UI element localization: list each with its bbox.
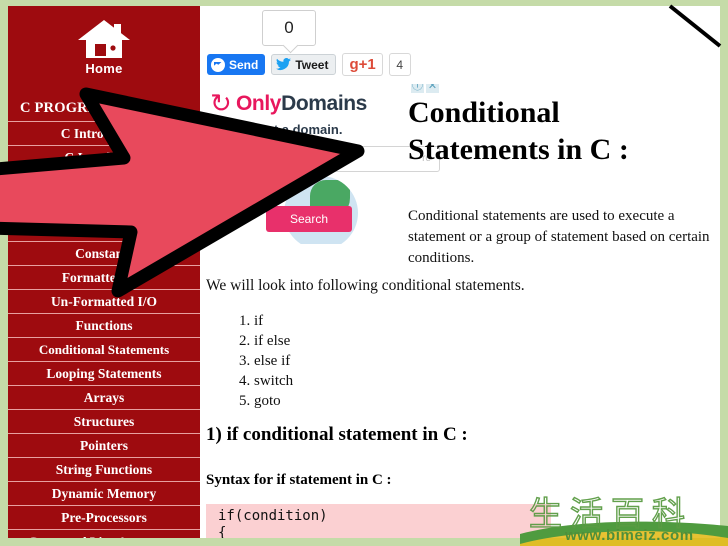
list-item: switch: [254, 371, 293, 391]
sidebar-item-c-introduction[interactable]: C Introduction: [8, 121, 200, 145]
statements-list: if if else else if switch goto: [236, 311, 293, 411]
page-title: Conditional Statements in C :: [408, 96, 629, 166]
sidebar-item-command-line-arguments[interactable]: Command Line Arguments: [8, 529, 200, 538]
sidebar: Home C PROGRAMMING C Introduction C Inst…: [8, 6, 200, 538]
syntax-label: Syntax for if statement in C :: [206, 472, 392, 488]
google-plus-one-button[interactable]: g+1: [342, 53, 383, 76]
sidebar-item-label: Constants: [75, 246, 133, 261]
google-plus-one-count: 4: [388, 53, 411, 76]
ad-logo: ↻ OnlyDomains: [210, 89, 367, 119]
sidebar-item-pointers[interactable]: Pointers: [8, 433, 200, 457]
onlydomains-mark-icon: ↻: [210, 89, 232, 119]
list-item: goto: [254, 391, 293, 411]
sidebar-home-link[interactable]: Home: [8, 6, 200, 76]
twitter-tweet-button[interactable]: Tweet: [271, 54, 337, 75]
sidebar-item-label: Operators: [74, 222, 134, 237]
sidebar-item-conditional-statements[interactable]: Conditional Statements: [8, 337, 200, 361]
sidebar-item-looping-statements[interactable]: Looping Statements: [8, 361, 200, 385]
intro-paragraph: Conditional statements are used to execu…: [408, 208, 710, 266]
main-content: 0 Send Tweet g+1 4 ⓘ ✕ ↻ OnlyDomains tha…: [200, 6, 722, 538]
house-icon: [78, 20, 130, 58]
ad-search-button[interactable]: Search: [266, 206, 352, 232]
ad-brand-first: Only: [236, 92, 282, 115]
sidebar-item-label: Data Types: [71, 174, 137, 189]
messenger-send-button[interactable]: Send: [207, 54, 266, 75]
sidebar-item-label: Un-Formatted I/O: [50, 294, 158, 309]
sidebar-home-label: Home: [85, 61, 123, 76]
sidebar-item-label: Pointers: [80, 438, 128, 453]
sidebar-item-formatted-io[interactable]: Formatted I/O: [8, 265, 200, 289]
sidebar-item-string-functions[interactable]: String Functions: [8, 457, 200, 481]
sidebar-item-label: C Introduction: [60, 126, 148, 141]
sidebar-item-operators[interactable]: Operators: [8, 217, 200, 241]
ad-close-icon[interactable]: ✕: [426, 84, 439, 93]
sidebar-item-functions[interactable]: Functions: [8, 313, 200, 337]
sidebar-item-arrays[interactable]: Arrays: [8, 385, 200, 409]
tweet-label: Tweet: [295, 57, 329, 72]
sidebar-item-c-installation[interactable]: C Installation: [8, 145, 200, 169]
sidebar-nav-list: C Introduction C Installation Data Types…: [8, 121, 200, 538]
sidebar-item-pre-processors[interactable]: Pre-Processors: [8, 505, 200, 529]
sidebar-item-label: Formatted I/O: [61, 270, 147, 285]
send-label: Send: [229, 57, 259, 72]
sidebar-item-data-types[interactable]: Data Types: [8, 169, 200, 193]
list-item: if: [254, 311, 293, 331]
sidebar-section-title: C PROGRAMMING: [20, 100, 155, 116]
sidebar-item-label: Looping Statements: [46, 366, 162, 381]
sidebar-item-label: C Installation: [64, 150, 144, 165]
ad-brand-name: OnlyDomains: [236, 92, 367, 116]
messenger-icon: [211, 57, 225, 72]
twitter-bird-icon: [276, 58, 292, 70]
sidebar-item-dynamic-memory[interactable]: Dynamic Memory: [8, 481, 200, 505]
ad-tagline: than just a domain.: [224, 122, 343, 137]
look-into-paragraph: We will look into following conditional …: [206, 277, 525, 294]
share-count-bubble: 0: [262, 10, 316, 46]
sidebar-item-unformatted-io[interactable]: Un-Formatted I/O: [8, 289, 200, 313]
section-heading: 1) if conditional statement in C :: [206, 424, 468, 445]
sidebar-item-label: Conditional Statements: [38, 342, 170, 357]
screenshot-root: Home C PROGRAMMING C Introduction C Inst…: [0, 0, 728, 546]
ad-info-icon[interactable]: ⓘ: [411, 84, 424, 93]
gplus-label: g+1: [349, 56, 376, 73]
sidebar-item-structures[interactable]: Structures: [8, 409, 200, 433]
sidebar-item-label: Arrays: [83, 390, 125, 405]
list-item: else if: [254, 351, 293, 371]
sidebar-item-label: Functions: [75, 318, 133, 333]
ad-brand-second: Domains: [281, 92, 367, 115]
ad-choices-controls: ⓘ ✕: [411, 84, 439, 93]
sidebar-item-constants[interactable]: Constants: [8, 241, 200, 265]
sidebar-item-label: Structures: [73, 414, 135, 429]
sidebar-item-label: String Functions: [55, 462, 153, 477]
social-share-row: Send Tweet g+1 4: [207, 53, 411, 76]
swoosh-graphic: [520, 521, 728, 546]
code-block: if(condition) {: [206, 504, 551, 538]
sidebar-item-label: Dynamic Memory: [51, 486, 157, 501]
list-item: if else: [254, 331, 293, 351]
sidebar-item-variables[interactable]: Variables: [8, 193, 200, 217]
sidebar-item-label: Pre-Processors: [61, 510, 147, 525]
sidebar-item-label: Command Line Arguments: [28, 534, 180, 538]
right-frame-strip: [720, 0, 728, 546]
sidebar-item-label: Variables: [76, 198, 132, 213]
